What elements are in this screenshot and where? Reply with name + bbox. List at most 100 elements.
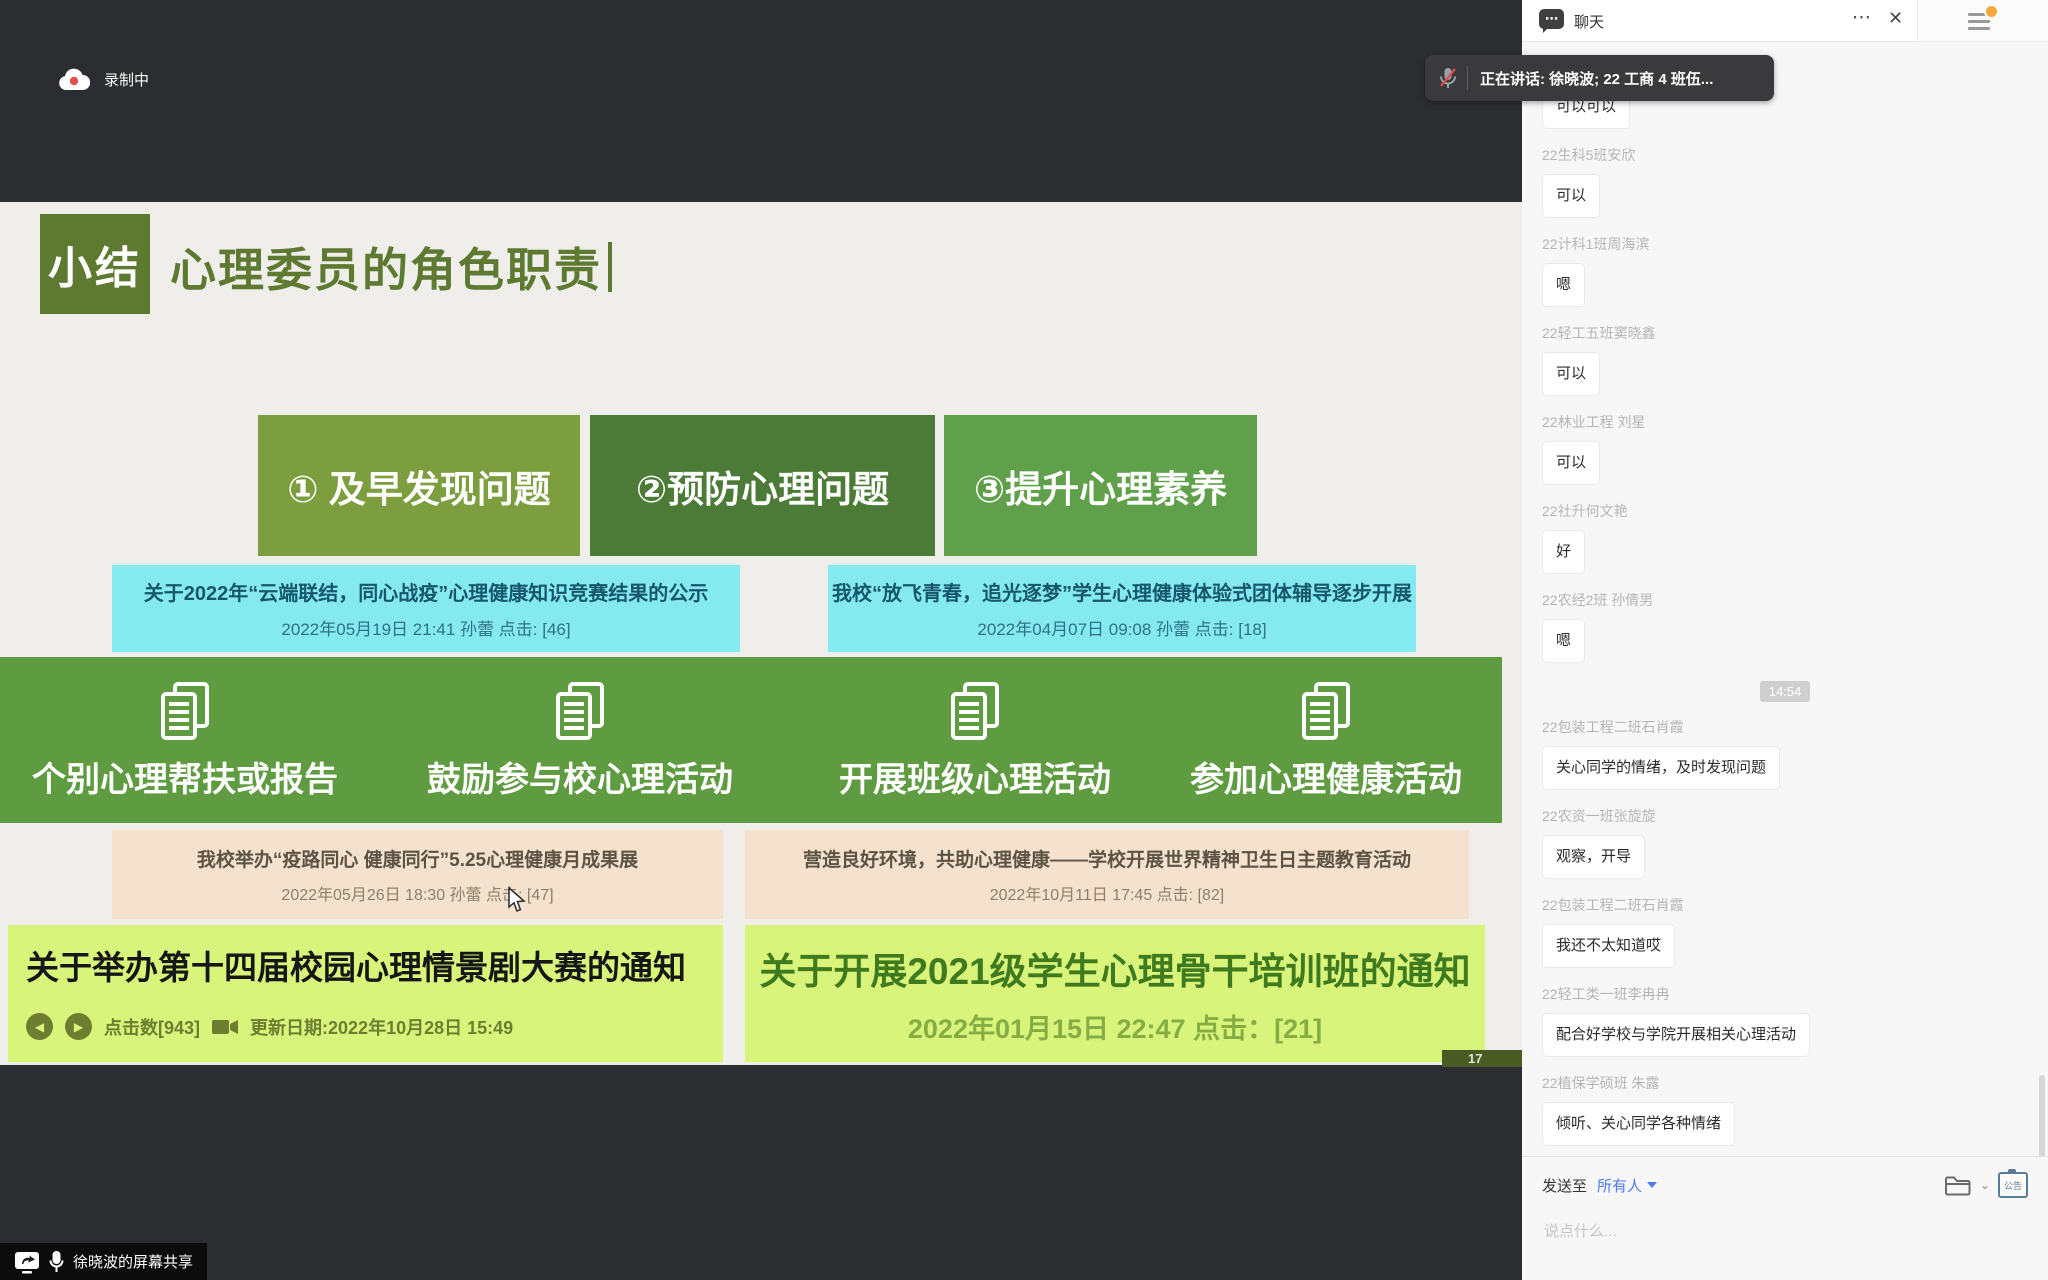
slide-title: 心理委员的角色职责 bbox=[170, 234, 612, 300]
screen-share-label: 徐晓波的屏幕共享 bbox=[0, 1243, 207, 1280]
chat-sender-name: 22农资一班张旋旋 bbox=[1542, 806, 2048, 826]
dropdown-arrow-icon bbox=[1647, 1182, 1657, 1188]
notice-yellow-right: 关于开展2021级学生心理骨干培训班的通知 2022年01月15日 22:47 … bbox=[745, 925, 1485, 1062]
chat-sender-name: 22林业工程 刘星 bbox=[1542, 412, 2048, 432]
chat-message-bubble: 嗯 bbox=[1542, 619, 1585, 663]
meeting-window: 小结 心理委员的角色职责 ① 及早发现问题 ②预防心理问题 ③提升心理素养 关于… bbox=[0, 0, 2048, 1280]
notice-meta: 2022年04月07日 09:08 孙蕾 点击: [18] bbox=[977, 615, 1266, 640]
band-item-4: 参加心理健康活动 bbox=[1150, 657, 1502, 823]
notice-cyan-left: 关于2022年“云端联结，同心战疫”心理健康知识竞赛结果的公示 2022年05月… bbox=[112, 565, 740, 652]
chat-sender-name: 22包装工程二班石肖霞 bbox=[1542, 717, 2048, 737]
updated-date: 更新日期:2022年10月28日 15:49 bbox=[250, 1014, 513, 1040]
chat-sender-name: 22包装工程二班石肖霞 bbox=[1542, 895, 2048, 915]
documents-icon bbox=[552, 680, 608, 744]
notice-meta: 2022年01月15日 22:47 点击：[21] bbox=[908, 1007, 1322, 1046]
chat-message: 22生科5班安欣 可以 bbox=[1542, 145, 2048, 218]
notice-meta: 2022年05月19日 21:41 孙蕾 点击: [46] bbox=[281, 615, 570, 640]
chat-sender-name: 22生科5班安欣 bbox=[1542, 145, 2048, 165]
chat-message: 22农经2班 孙倩男 嗯 bbox=[1542, 590, 2048, 663]
band-item-3: 开展班级心理活动 bbox=[800, 657, 1150, 823]
chat-message: 22轻工类一班李冉冉 配合好学校与学院开展相关心理活动 bbox=[1542, 984, 2048, 1057]
notice-title: 关于2022年“云端联结，同心战疫”心理健康知识竞赛结果的公示 bbox=[144, 577, 709, 606]
notice-tan-right: 营造良好环境，共助心理健康——学校开展世界精神卫生日主题教育活动 2022年10… bbox=[745, 830, 1469, 919]
camera-icon bbox=[212, 1018, 238, 1036]
announcement-icon[interactable]: 公告 bbox=[1998, 1172, 2028, 1198]
chat-title: 聊天 bbox=[1574, 11, 1604, 32]
notice-title: 我校“放飞青春，追光逐梦”学生心理健康体验式团体辅导逐步开展 bbox=[832, 577, 1412, 606]
active-speaker-toast: 正在讲话: 徐晓波; 22 工商 4 班伍... bbox=[1425, 55, 1774, 101]
chat-message: 22社升何文艳 好 bbox=[1542, 501, 2048, 574]
text-caret bbox=[608, 242, 612, 292]
chat-more-button[interactable]: ⋯ bbox=[1852, 6, 1872, 29]
slide-step-2: ②预防心理问题 bbox=[590, 415, 935, 556]
chat-message: 22包装工程二班石肖霞 关心同学的情绪，及时发现问题 bbox=[1542, 717, 2048, 790]
notice-cyan-right: 我校“放飞青春，追光逐梦”学生心理健康体验式团体辅导逐步开展 2022年04月0… bbox=[828, 565, 1416, 652]
chat-message: 22计科1班周海滨 嗯 bbox=[1542, 234, 2048, 307]
chat-timestamp: 14:54 bbox=[1542, 683, 2028, 701]
chat-bubble-icon: ⋯ bbox=[1539, 9, 1564, 29]
notice-title: 关于举办第十四届校园心理情景剧大赛的通知 bbox=[26, 941, 723, 989]
chat-message-bubble: 可以 bbox=[1542, 352, 1600, 396]
chat-sender-name: 22植保学硕班 朱露 bbox=[1542, 1073, 2048, 1093]
notice-meta: 2022年10月11日 17:45 点击: [82] bbox=[990, 881, 1225, 905]
notification-dot bbox=[1984, 4, 1999, 19]
slide-step-3: ③提升心理素养 bbox=[944, 415, 1257, 556]
slide-tag-box: 小结 bbox=[40, 214, 150, 314]
share-label-text: 徐晓波的屏幕共享 bbox=[73, 1251, 193, 1272]
chat-message-bubble: 可以 bbox=[1542, 174, 1600, 218]
chat-message-list[interactable]: 可以可以 22生科5班安欣 可以 22计科1班周海滨 嗯 22轻工五班窦晓鑫 可… bbox=[1522, 41, 2048, 1155]
audience-selector[interactable]: 所有人 bbox=[1597, 1175, 1657, 1196]
prev-button: ◀ bbox=[26, 1013, 53, 1040]
chat-message-bubble: 我还不太知道哎 bbox=[1542, 924, 1675, 968]
mouse-cursor bbox=[505, 886, 527, 914]
screen-share-icon bbox=[14, 1250, 40, 1274]
microphone-icon bbox=[49, 1251, 64, 1273]
notice-yellow-left: 关于举办第十四届校园心理情景剧大赛的通知 ◀ ▶ 点击数[943] 更新日期:2… bbox=[8, 925, 723, 1062]
send-to-label: 发送至 bbox=[1542, 1175, 1587, 1196]
panel-menu-strip bbox=[1918, 0, 2048, 41]
active-speaker-text: 正在讲话: 徐晓波; 22 工商 4 班伍... bbox=[1480, 68, 1713, 89]
chevron-down-icon[interactable]: ⌄ bbox=[1980, 1178, 1990, 1192]
chat-input[interactable] bbox=[1542, 1222, 2032, 1241]
recording-label: 录制中 bbox=[104, 69, 149, 90]
band-item-1: 个别心理帮扶或报告 bbox=[0, 657, 370, 823]
chat-compose-area: 发送至 所有人 ⌄ 公告 bbox=[1522, 1156, 2048, 1280]
chat-message-bubble: 观察，开导 bbox=[1542, 835, 1645, 879]
slide-green-band: 个别心理帮扶或报告 鼓励参与校心理活动 开展班级心理活动 bbox=[0, 657, 1502, 823]
chat-close-button[interactable]: ✕ bbox=[1888, 8, 1903, 29]
chat-message-bubble: 可以 bbox=[1542, 441, 1600, 485]
documents-icon bbox=[947, 680, 1003, 744]
toast-divider bbox=[1467, 66, 1468, 90]
chat-message: 22包装工程二班石肖霞 我还不太知道哎 bbox=[1542, 895, 2048, 968]
chat-sender-name: 22计科1班周海滨 bbox=[1542, 234, 2048, 254]
next-button: ▶ bbox=[65, 1013, 92, 1040]
presentation-slide: 小结 心理委员的角色职责 ① 及早发现问题 ②预防心理问题 ③提升心理素养 关于… bbox=[0, 202, 1522, 1065]
chat-message-bubble: 倾听、关心同学各种情绪 bbox=[1542, 1102, 1735, 1146]
chat-message: 22林业工程 刘星 可以 bbox=[1542, 412, 2048, 485]
notice-title: 营造良好环境，共助心理健康——学校开展世界精神卫生日主题教育活动 bbox=[803, 845, 1411, 872]
muted-microphone-icon bbox=[1439, 66, 1457, 90]
chat-message-bubble: 嗯 bbox=[1542, 263, 1585, 307]
chat-sender-name: 22社升何文艳 bbox=[1542, 501, 2048, 521]
shared-screen-video: 小结 心理委员的角色职责 ① 及早发现问题 ②预防心理问题 ③提升心理素养 关于… bbox=[0, 0, 1522, 1280]
notice-tan-left: 我校举办“疫路同心 健康同行”5.25心理健康月成果展 2022年05月26日 … bbox=[112, 830, 723, 919]
clicks-count: 点击数[943] bbox=[104, 1014, 200, 1040]
recording-indicator: 录制中 bbox=[58, 68, 149, 91]
notice-controls: ◀ ▶ 点击数[943] 更新日期:2022年10月28日 15:49 bbox=[26, 1013, 723, 1040]
chat-message: 22农资一班张旋旋 观察，开导 bbox=[1542, 806, 2048, 879]
chat-sender-name: 22轻工五班窦晓鑫 bbox=[1542, 323, 2048, 343]
documents-icon bbox=[157, 680, 213, 744]
notice-title: 我校举办“疫路同心 健康同行”5.25心理健康月成果展 bbox=[197, 845, 638, 872]
chat-message-bubble: 配合好学校与学院开展相关心理活动 bbox=[1542, 1013, 1810, 1057]
chat-sender-name: 22轻工类一班李冉冉 bbox=[1542, 984, 2048, 1004]
chat-message-bubble: 好 bbox=[1542, 530, 1585, 574]
chat-sender-name: 22农经2班 孙倩男 bbox=[1542, 590, 2048, 610]
slide-step-1: ① 及早发现问题 bbox=[258, 415, 580, 556]
folder-icon[interactable] bbox=[1944, 1174, 1972, 1196]
notice-title: 关于开展2021级学生心理骨干培训班的通知 bbox=[759, 941, 1470, 995]
chat-message: 22轻工五班窦晓鑫 可以 bbox=[1542, 323, 2048, 396]
band-item-2: 鼓励参与校心理活动 bbox=[395, 657, 765, 823]
documents-icon bbox=[1298, 680, 1354, 744]
chat-message-bubble: 关心同学的情绪，及时发现问题 bbox=[1542, 746, 1780, 790]
slide-tag-label: 小结 bbox=[48, 232, 142, 296]
